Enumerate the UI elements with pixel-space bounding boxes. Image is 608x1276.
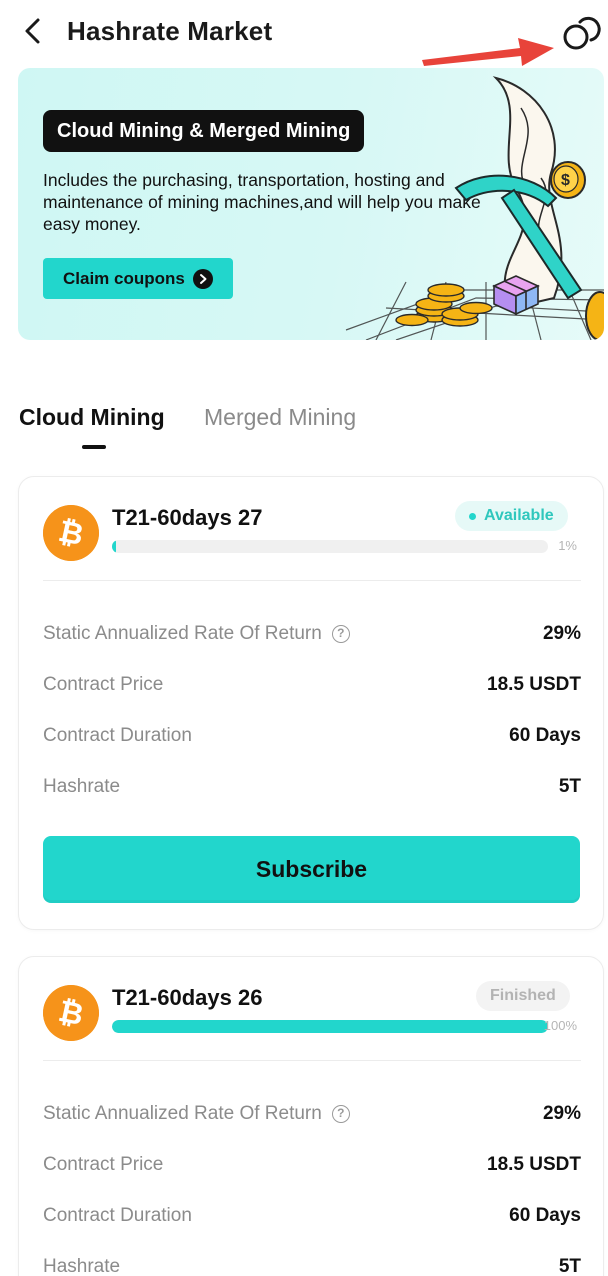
sales-progress-fill xyxy=(112,540,117,553)
hashrate-label: Hashrate xyxy=(43,776,121,797)
rate-of-return-row: Static Annualized Rate Of Return ? 29% xyxy=(43,619,581,649)
mining-illustration: $ xyxy=(345,76,604,340)
contract-price-value: 18.5 USDT xyxy=(487,1154,581,1175)
sales-progress-fill xyxy=(112,1020,548,1033)
row-label: Static Annualized Rate Of Return ? xyxy=(43,1099,350,1129)
subscribe-label: Subscribe xyxy=(255,856,368,882)
hashrate-row: Hashrate 5T xyxy=(43,772,581,802)
contract-price-label: Contract Price xyxy=(43,1154,164,1175)
contract-duration-label: Contract Duration xyxy=(43,725,192,746)
sales-progress-label: 1% xyxy=(558,538,577,553)
rate-of-return-value: 29% xyxy=(542,623,581,644)
product-card[interactable]: ₿ T21-60days 26 Finished 100% Static Ann… xyxy=(18,956,604,1276)
product-title: T21-60days 27 xyxy=(112,505,263,530)
promo-banner[interactable]: Cloud Mining & Merged Mining Includes th… xyxy=(18,68,604,340)
row-label: Static Annualized Rate Of Return ? xyxy=(43,619,350,649)
contract-price-value: 18.5 USDT xyxy=(487,674,581,695)
contract-duration-row: Contract Duration 60 Days xyxy=(43,721,581,751)
hashrate-value: 5T xyxy=(558,1256,581,1276)
status-dot-icon xyxy=(469,512,476,520)
help-icon[interactable]: ? xyxy=(331,625,350,643)
banner-tag: Cloud Mining & Merged Mining xyxy=(43,110,365,152)
header: Hashrate Market xyxy=(0,0,608,64)
hashrate-market-page: Hashrate Market Cloud Mining & Merged Mi… xyxy=(0,0,608,1276)
contract-price-label: Contract Price xyxy=(43,674,164,695)
status-label: Available xyxy=(484,507,554,524)
linked-circles-icon xyxy=(563,16,601,50)
rate-of-return-label: Static Annualized Rate Of Return xyxy=(43,623,322,644)
sales-progress-bar xyxy=(112,540,548,553)
claim-coupons-label: Claim coupons xyxy=(63,268,185,288)
chevron-left-icon xyxy=(25,18,40,44)
tab-merged-mining[interactable]: Merged Mining xyxy=(204,402,356,432)
contract-price-row: Contract Price 18.5 USDT xyxy=(43,1150,581,1180)
product-title: T21-60days 26 xyxy=(112,985,263,1010)
status-badge: Finished xyxy=(476,981,570,1011)
status-badge: Available xyxy=(455,501,568,531)
mining-tabs: Cloud Mining Merged Mining xyxy=(18,398,418,458)
active-tab-indicator xyxy=(82,445,106,449)
chevron-right-icon xyxy=(192,268,213,289)
bitcoin-icon: ₿ xyxy=(43,505,99,561)
help-icon[interactable]: ? xyxy=(331,1105,350,1123)
contract-duration-row: Contract Duration 60 Days xyxy=(43,1201,581,1231)
tab-cloud-mining[interactable]: Cloud Mining xyxy=(19,402,165,432)
divider xyxy=(43,1060,581,1061)
claim-coupons-button[interactable]: Claim coupons xyxy=(43,258,233,299)
orders-button[interactable] xyxy=(560,12,604,52)
bitcoin-icon: ₿ xyxy=(43,985,99,1041)
sales-progress-bar xyxy=(112,1020,548,1033)
subscribe-button[interactable]: Subscribe xyxy=(43,836,580,903)
page-title: Hashrate Market xyxy=(67,16,273,46)
status-label: Finished xyxy=(490,987,556,1004)
sales-progress-label: 100% xyxy=(543,1018,577,1033)
svg-text:$: $ xyxy=(561,172,570,189)
contract-duration-value: 60 Days xyxy=(509,725,581,746)
contract-duration-label: Contract Duration xyxy=(43,1205,192,1226)
product-card[interactable]: ₿ T21-60days 27 Available 1% Static Annu… xyxy=(18,476,604,930)
rate-of-return-value: 29% xyxy=(542,1103,581,1124)
divider xyxy=(43,580,581,581)
rate-of-return-label: Static Annualized Rate Of Return xyxy=(43,1103,322,1124)
contract-price-row: Contract Price 18.5 USDT xyxy=(43,670,581,700)
back-button[interactable] xyxy=(18,14,50,48)
contract-duration-value: 60 Days xyxy=(509,1205,581,1226)
hashrate-label: Hashrate xyxy=(43,1256,121,1276)
hashrate-row: Hashrate 5T xyxy=(43,1252,581,1276)
rate-of-return-row: Static Annualized Rate Of Return ? 29% xyxy=(43,1099,581,1129)
hashrate-value: 5T xyxy=(558,776,581,797)
